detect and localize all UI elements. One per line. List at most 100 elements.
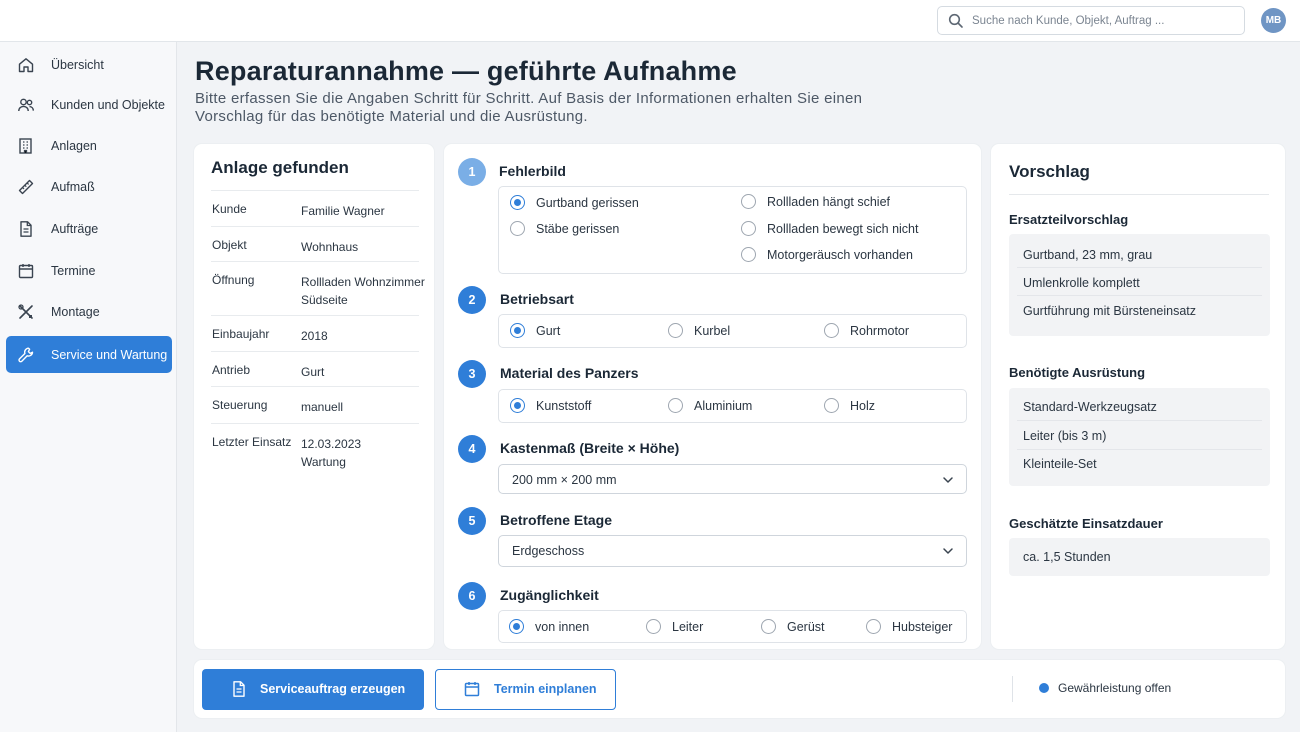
radio-gurt[interactable]: Gurt xyxy=(510,323,560,338)
radio-label: Motorgeräusch vorhanden xyxy=(767,247,913,262)
radio-dot xyxy=(741,247,756,262)
radio-label: Leiter xyxy=(672,619,704,634)
list-item: Leiter (bis 3 m) xyxy=(1023,429,1107,443)
step-number: 3 xyxy=(458,360,486,388)
info-value: Rollladen Wohnzimmer Südseite xyxy=(301,275,425,307)
tools-icon xyxy=(18,304,33,319)
document-icon xyxy=(20,221,32,237)
sidebar-item-montage[interactable]: Montage xyxy=(6,293,172,330)
info-row-steuerung: Steuerung manuell xyxy=(211,386,419,423)
chevron-down-icon xyxy=(943,477,953,483)
divider xyxy=(1012,676,1013,702)
search-input[interactable] xyxy=(972,11,1238,31)
radio-label: Gerüst xyxy=(787,619,825,634)
einsatzdauer-title: Geschätzte Einsatzdauer xyxy=(1009,516,1163,531)
info-value: Familie Wagner xyxy=(301,204,385,218)
ersatzteil-list: Gurtband, 23 mm, grau Umlenkrolle komple… xyxy=(1009,234,1270,336)
radio-dot xyxy=(824,398,839,413)
radio-dot xyxy=(741,194,756,209)
divider xyxy=(1017,420,1262,421)
info-key: Antrieb xyxy=(212,363,251,377)
sidebar-item-uebersicht[interactable]: Übersicht xyxy=(6,46,172,83)
material-options: Kunststoff Aluminium Holz xyxy=(498,389,967,423)
radio-kunststoff[interactable]: Kunststoff xyxy=(510,398,591,413)
radio-label: Aluminium xyxy=(694,398,753,413)
radio-holz[interactable]: Holz xyxy=(824,398,875,413)
step-title-etage: Betroffene Etage xyxy=(500,512,613,528)
button-label: Termin einplanen xyxy=(494,682,597,696)
radio-dot xyxy=(824,323,839,338)
sidebar-item-label: Kunden und Objekte xyxy=(51,97,165,112)
status-dot xyxy=(1039,683,1049,693)
radio-leiter[interactable]: Leiter xyxy=(646,619,703,634)
sidebar-item-auftraege[interactable]: Aufträge xyxy=(6,210,172,247)
search-box[interactable] xyxy=(937,6,1245,35)
ruler-icon xyxy=(18,179,34,195)
users-icon xyxy=(18,98,34,112)
sidebar-item-service[interactable]: Service und Wartung xyxy=(6,336,172,373)
calendar-icon xyxy=(18,264,34,279)
info-value: manuell xyxy=(301,400,344,414)
select-value: 200 mm × 200 mm xyxy=(512,473,617,487)
info-key: Steuerung xyxy=(212,398,268,412)
radio-motorgeraeusch[interactable]: Motorgeräusch vorhanden xyxy=(741,247,913,262)
sidebar-item-label: Übersicht xyxy=(51,57,104,72)
sidebar-item-anlagen[interactable]: Anlagen xyxy=(6,127,172,164)
list-item: Kleinteile-Set xyxy=(1023,457,1097,471)
betriebsart-options: Gurt Kurbel Rohrmotor xyxy=(498,314,967,348)
radio-dot xyxy=(510,398,525,413)
radio-dot xyxy=(510,323,525,338)
termin-einplanen-button[interactable]: Termin einplanen xyxy=(435,669,616,710)
list-item: Gurtführung mit Bürsteneinsatz xyxy=(1023,304,1196,318)
radio-hubsteiger[interactable]: Hubsteiger xyxy=(866,619,952,634)
select-value: Erdgeschoss xyxy=(512,544,585,558)
radio-bewegt-sich-nicht[interactable]: Rollladen bewegt sich nicht xyxy=(741,221,918,236)
step-title-fehlerbild: Fehlerbild xyxy=(499,163,566,179)
user-avatar[interactable]: MB xyxy=(1261,8,1286,33)
sidebar-item-label: Termine xyxy=(51,263,96,278)
radio-haengt-schief[interactable]: Rollladen hängt schief xyxy=(741,194,890,209)
list-item: Gurtband, 23 mm, grau xyxy=(1023,248,1153,262)
list-item: Umlenkrolle komplett xyxy=(1023,276,1140,290)
radio-label: von innen xyxy=(535,619,590,634)
serviceauftrag-button[interactable]: Serviceauftrag erzeugen xyxy=(202,669,424,710)
radio-label: Kunststoff xyxy=(536,398,592,413)
step-number: 4 xyxy=(458,435,486,463)
divider xyxy=(1017,449,1262,450)
step-number: 2 xyxy=(458,286,486,314)
ausruestung-title: Benötigte Ausrüstung xyxy=(1009,365,1146,380)
radio-gurtband-gerissen[interactable]: Gurtband gerissen xyxy=(510,195,639,210)
etage-select[interactable]: Erdgeschoss xyxy=(498,535,967,567)
wrench-icon xyxy=(18,347,34,363)
divider xyxy=(1017,267,1262,268)
radio-dot xyxy=(510,195,525,210)
radio-label: Holz xyxy=(850,398,876,413)
sidebar-item-label: Aufträge xyxy=(51,221,99,236)
radio-kurbel[interactable]: Kurbel xyxy=(668,323,730,338)
page-title: Reparaturannahme — geführte Aufnahme xyxy=(195,56,737,86)
divider xyxy=(1009,194,1269,195)
sidebar-item-aufmass[interactable]: Aufmaß xyxy=(6,168,172,205)
info-row-objekt: Objekt Wohnhaus xyxy=(211,226,419,261)
sidebar-item-kunden[interactable]: Kunden und Objekte xyxy=(6,86,172,123)
radio-staebe-gerissen[interactable]: Stäbe gerissen xyxy=(510,221,619,236)
sidebar-item-termine[interactable]: Termine xyxy=(6,252,172,289)
radio-label: Gurt xyxy=(536,323,561,338)
radio-aluminium[interactable]: Aluminium xyxy=(668,398,752,413)
anlage-title: Anlage gefunden xyxy=(211,158,349,177)
step-number: 6 xyxy=(458,582,486,610)
einsatzdauer-value: ca. 1,5 Stunden xyxy=(1023,550,1111,564)
radio-rohrmotor[interactable]: Rohrmotor xyxy=(824,323,909,338)
fehlerbild-options: Gurtband gerissen Stäbe gerissen Rolllad… xyxy=(498,186,967,274)
kastenmass-select[interactable]: 200 mm × 200 mm xyxy=(498,464,967,494)
info-key: Letzter Einsatz xyxy=(212,435,292,449)
info-key: Öffnung xyxy=(212,273,255,287)
sidebar-item-label: Service und Wartung xyxy=(51,347,168,362)
step-title-zugaenglichkeit: Zugänglichkeit xyxy=(500,587,599,603)
radio-geruest[interactable]: Gerüst xyxy=(761,619,825,634)
vorschlag-card: Vorschlag Ersatzteilvorschlag Gurtband, … xyxy=(991,144,1285,649)
radio-von-innen[interactable]: von innen xyxy=(509,619,589,634)
info-value: 12.03.2023 Wartung xyxy=(301,437,362,469)
step-title-betriebsart: Betriebsart xyxy=(500,291,574,307)
search-icon xyxy=(948,13,963,28)
